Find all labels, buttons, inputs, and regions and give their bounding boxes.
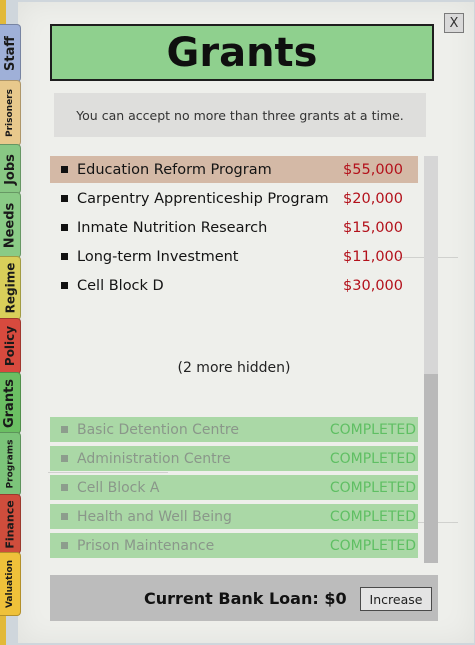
grant-name: Long-term Investment: [77, 248, 239, 265]
bullet-icon: [61, 484, 68, 491]
tab-label: Finance: [3, 499, 17, 549]
completed-grant-item: Prison Maintenance COMPLETED: [50, 533, 418, 558]
tab-staff[interactable]: Staff: [0, 24, 21, 82]
tab-finance[interactable]: Finance: [0, 494, 21, 554]
tab-label: Programs: [5, 439, 16, 489]
tab-prisoners[interactable]: Prisoners: [0, 80, 21, 146]
grant-limit-notice: You can accept no more than three grants…: [54, 93, 426, 137]
tab-jobs[interactable]: Jobs: [0, 144, 21, 194]
grant-item[interactable]: Long-term Investment $11,000: [50, 243, 418, 270]
completed-status: COMPLETED: [329, 450, 416, 467]
grant-item[interactable]: Cell Block D $30,000: [50, 272, 418, 299]
completed-grant-name: Cell Block A: [77, 479, 160, 496]
completed-grant-name: Health and Well Being: [77, 508, 232, 525]
completed-status: COMPLETED: [329, 421, 416, 438]
tab-label: Policy: [3, 325, 18, 367]
completed-grant-name: Basic Detention Centre: [77, 421, 239, 438]
completed-grant-name: Prison Maintenance: [77, 537, 215, 554]
completed-grant-item: Health and Well Being COMPLETED: [50, 504, 418, 529]
tab-regime[interactable]: Regime: [0, 256, 21, 320]
completed-grant-name: Administration Centre: [77, 450, 231, 467]
grant-amount: $20,000: [343, 190, 403, 207]
scrollbar-thumb[interactable]: [424, 156, 438, 374]
tab-label: Grants: [2, 378, 18, 428]
grant-item[interactable]: Inmate Nutrition Research $15,000: [50, 214, 418, 241]
side-tabs: Staff Prisoners Jobs Needs Regime Policy…: [0, 0, 22, 645]
tab-label: Valuation: [5, 559, 15, 609]
bullet-icon: [61, 426, 68, 433]
page-title: Grants: [166, 29, 318, 76]
title-banner: Grants: [50, 24, 434, 81]
completed-grant-item: Basic Detention Centre COMPLETED: [50, 417, 418, 442]
grant-amount: $15,000: [343, 219, 403, 236]
close-button[interactable]: X: [444, 13, 464, 33]
tab-label: Regime: [3, 262, 18, 314]
tab-label: Staff: [2, 35, 18, 71]
bullet-icon: [61, 224, 68, 231]
bullet-icon: [61, 253, 68, 260]
tab-programs[interactable]: Programs: [0, 432, 21, 496]
tab-label: Jobs: [2, 153, 18, 185]
bullet-icon: [61, 513, 68, 520]
tab-needs[interactable]: Needs: [0, 192, 21, 258]
bank-loan-label: Current Bank Loan: $0: [144, 588, 347, 608]
bullet-icon: [61, 282, 68, 289]
grant-name: Inmate Nutrition Research: [77, 219, 268, 236]
completed-status: COMPLETED: [329, 508, 416, 525]
completed-grant-item: Cell Block A COMPLETED: [50, 475, 418, 500]
tab-policy[interactable]: Policy: [0, 318, 21, 374]
bullet-icon: [61, 455, 68, 462]
grant-amount: $11,000: [343, 248, 403, 265]
grant-item[interactable]: Education Reform Program $55,000: [50, 156, 418, 183]
tab-label: Needs: [2, 202, 18, 248]
bullet-icon: [61, 542, 68, 549]
tab-grants[interactable]: Grants: [0, 372, 21, 434]
completed-grant-item: Administration Centre COMPLETED: [50, 446, 418, 471]
bullet-icon: [61, 166, 68, 173]
grant-amount: $30,000: [343, 277, 403, 294]
completed-status: COMPLETED: [329, 537, 416, 554]
bullet-icon: [61, 195, 68, 202]
grant-amount: $55,000: [343, 161, 403, 178]
completed-status: COMPLETED: [329, 479, 416, 496]
tab-label: Prisoners: [5, 89, 15, 137]
grant-name: Cell Block D: [77, 277, 164, 294]
grant-item[interactable]: Carpentry Apprenticeship Program $20,000: [50, 185, 418, 212]
hidden-grants-note: (2 more hidden): [177, 360, 291, 376]
grant-name: Carpentry Apprenticeship Program: [77, 190, 329, 207]
tab-valuation[interactable]: Valuation: [0, 552, 21, 616]
increase-loan-button[interactable]: Increase: [360, 587, 432, 611]
grant-name: Education Reform Program: [77, 161, 272, 178]
